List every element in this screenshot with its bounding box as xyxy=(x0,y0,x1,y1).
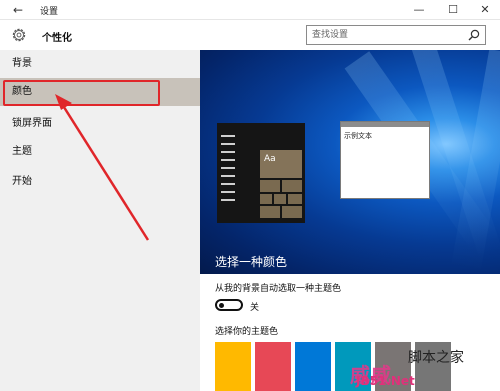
window-title: 设置 xyxy=(40,7,59,17)
maximize-button[interactable]: ☐ xyxy=(440,0,466,20)
toggle-knob xyxy=(219,303,224,308)
back-arrow-icon[interactable]: ← xyxy=(10,2,26,18)
sidebar-item-start[interactable]: 开始 xyxy=(0,168,200,196)
watermark: 威威 脚本之家 JB51.Net xyxy=(350,345,500,391)
sidebar-item-themes[interactable]: 主题 xyxy=(0,138,200,166)
sample-window-text: 示例文本 xyxy=(344,132,372,140)
color-swatch[interactable] xyxy=(215,342,251,391)
auto-color-label: 从我的背景自动选取一种主题色 xyxy=(215,284,342,294)
close-button[interactable]: ✕ xyxy=(472,0,498,20)
page-header: 个性化 xyxy=(0,20,500,50)
sample-tile: Aa xyxy=(260,150,302,178)
sidebar-item-lock-screen[interactable]: 锁屏界面 xyxy=(0,110,200,138)
start-menu-list xyxy=(221,135,241,219)
start-menu-preview: Aa xyxy=(217,123,305,223)
sample-window-titlebar xyxy=(341,122,429,127)
watermark-sub: 脚本之家 xyxy=(408,350,464,366)
title-bar: ← 设置 — ☐ ✕ xyxy=(0,0,500,20)
gear-icon xyxy=(12,28,26,42)
annotation-highlight-box xyxy=(3,80,160,106)
search-icon[interactable] xyxy=(468,29,480,41)
theme-color-label: 选择你的主题色 xyxy=(215,327,279,337)
preview-caption: 选择一种颜色 xyxy=(215,255,288,269)
search-input[interactable] xyxy=(307,26,457,44)
sample-window: 示例文本 xyxy=(340,121,430,199)
tile-grid xyxy=(260,180,302,218)
auto-color-toggle[interactable] xyxy=(215,299,243,311)
watermark-url: JB51.Net xyxy=(356,374,415,388)
search-box[interactable] xyxy=(306,25,486,45)
page-title: 个性化 xyxy=(42,33,72,44)
sidebar-item-background[interactable]: 背景 xyxy=(0,50,200,78)
color-preview: Aa 示例文本 选择一种颜色 xyxy=(200,50,500,274)
color-swatch[interactable] xyxy=(295,342,331,391)
color-swatch[interactable] xyxy=(255,342,291,391)
minimize-button[interactable]: — xyxy=(406,0,432,20)
toggle-state-label: 关 xyxy=(250,303,260,313)
